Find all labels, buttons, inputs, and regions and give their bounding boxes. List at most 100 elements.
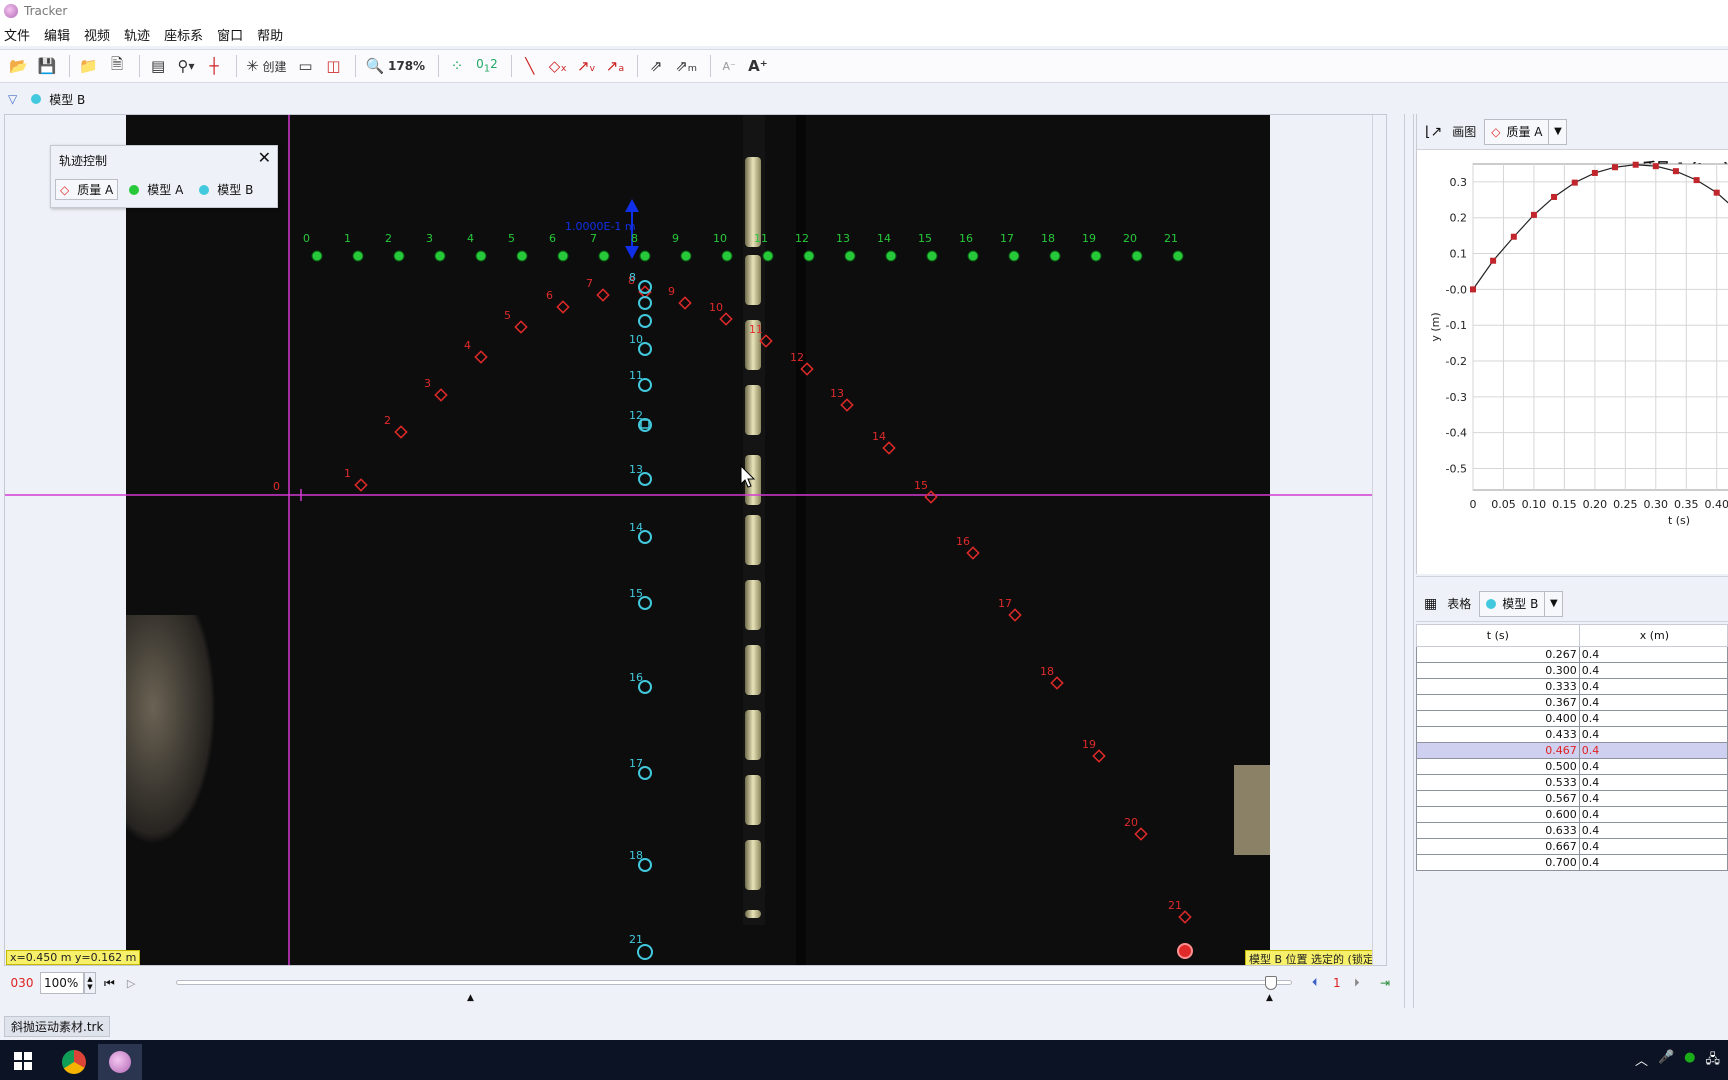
- model-a-point[interactable]: [967, 250, 979, 262]
- model-a-point[interactable]: [762, 250, 774, 262]
- track-item-mass-a[interactable]: ◇ 质量 A: [55, 179, 119, 200]
- close-icon[interactable]: ✕: [258, 148, 271, 167]
- model-a-point[interactable]: [516, 250, 528, 262]
- ruler-icon[interactable]: ▭: [293, 54, 317, 78]
- start-marker-icon[interactable]: ▲: [467, 993, 474, 1003]
- windows-start-icon[interactable]: [14, 1052, 32, 1070]
- track-item-model-b[interactable]: 模型 B: [194, 179, 258, 200]
- table-row[interactable]: 0.267 0.4: [1416, 646, 1728, 663]
- mass-a-point[interactable]: [719, 312, 733, 326]
- vector-mass-icon[interactable]: ⇗ₘ: [672, 54, 700, 78]
- model-a-point[interactable]: [721, 250, 733, 262]
- save-icon[interactable]: 💾: [35, 54, 60, 78]
- track-item-model-a[interactable]: 模型 A: [124, 179, 188, 200]
- mass-a-point[interactable]: [354, 478, 368, 492]
- rate-spinner[interactable]: ▲ ▼: [84, 972, 96, 994]
- model-a-point[interactable]: [885, 250, 897, 262]
- model-a-point[interactable]: [557, 250, 569, 262]
- table-row[interactable]: 0.367 0.4: [1416, 694, 1728, 711]
- model-a-point[interactable]: [1049, 250, 1061, 262]
- menu-edit[interactable]: 编辑: [44, 25, 70, 44]
- cell-x[interactable]: 0.4: [1578, 854, 1728, 871]
- cell-t[interactable]: 0.667: [1416, 838, 1580, 855]
- zoom-button[interactable]: 🔍 178%: [362, 54, 428, 78]
- slider-knob[interactable]: [1265, 976, 1277, 990]
- table-row[interactable]: 0.500 0.4: [1416, 758, 1728, 775]
- data-point[interactable]: [1571, 179, 1578, 186]
- mass-a-point[interactable]: [596, 288, 610, 302]
- menu-file[interactable]: 文件: [4, 25, 30, 44]
- tracking-overlay[interactable]: 01.0000E-1 m0 1 2 3 4 5 6 7 8 9 10 11 12 13 14 15 16 17 18…: [5, 115, 1387, 966]
- data-point[interactable]: [1632, 161, 1639, 168]
- mass-a-point[interactable]: [882, 441, 896, 455]
- model-a-point[interactable]: [926, 250, 938, 262]
- cell-x[interactable]: 0.4: [1578, 742, 1728, 759]
- plot-area[interactable]: [1472, 163, 1728, 491]
- mass-a-point[interactable]: [840, 398, 854, 412]
- acceleration-icon[interactable]: ↗ₐ: [603, 54, 627, 78]
- step-size[interactable]: 1: [1333, 976, 1341, 990]
- network-icon[interactable]: 🖧: [1706, 1050, 1721, 1072]
- mass-a-point[interactable]: [556, 300, 570, 314]
- model-b-point[interactable]: [637, 944, 653, 960]
- mass-a-point[interactable]: [474, 350, 488, 364]
- table-row[interactable]: 0.667 0.4: [1416, 838, 1728, 855]
- cell-t[interactable]: 0.400: [1416, 710, 1580, 727]
- mass-a-point[interactable]: [800, 362, 814, 376]
- mass-a-point[interactable]: [759, 334, 773, 348]
- table-row[interactable]: 0.600 0.4: [1416, 806, 1728, 823]
- model-a-point[interactable]: [844, 250, 856, 262]
- table-row[interactable]: 0.433 0.4: [1416, 726, 1728, 743]
- model-a-point[interactable]: [803, 250, 815, 262]
- model-a-point[interactable]: [311, 250, 323, 262]
- step-back-icon[interactable]: ⏴: [1312, 976, 1318, 990]
- frame-slider[interactable]: ▲ ▲: [176, 976, 1292, 1003]
- table-row[interactable]: 0.300 0.4: [1416, 662, 1728, 679]
- path-icon[interactable]: ╲: [518, 54, 542, 78]
- microphone-icon[interactable]: 🎤: [1658, 1050, 1674, 1072]
- data-point[interactable]: [1693, 177, 1700, 184]
- data-point[interactable]: [1551, 193, 1558, 200]
- menu-help[interactable]: 帮助: [257, 25, 283, 44]
- mass-a-current-point[interactable]: [1177, 943, 1193, 959]
- table-row[interactable]: 0.533 0.4: [1416, 774, 1728, 791]
- end-marker-icon[interactable]: ▲: [1266, 993, 1273, 1003]
- clip-settings-icon[interactable]: ▤: [146, 54, 170, 78]
- cell-x[interactable]: 0.4: [1578, 838, 1728, 855]
- cell-t[interactable]: 0.500: [1416, 758, 1580, 775]
- cell-t[interactable]: 0.633: [1416, 822, 1580, 839]
- cell-t[interactable]: 0.467: [1416, 742, 1580, 759]
- font-smaller-icon[interactable]: A⁻: [717, 54, 741, 78]
- chrome-icon[interactable]: [52, 1044, 96, 1080]
- table-row[interactable]: 0.467 0.4: [1416, 742, 1728, 759]
- cell-t[interactable]: 0.600: [1416, 806, 1580, 823]
- chevron-down-icon[interactable]: ▼: [1545, 590, 1564, 617]
- data-point[interactable]: [1713, 189, 1720, 196]
- cell-t[interactable]: 0.333: [1416, 678, 1580, 695]
- column-header-t[interactable]: t (s): [1416, 624, 1580, 647]
- labels-icon[interactable]: 012: [473, 54, 501, 78]
- font-larger-icon[interactable]: A⁺: [745, 54, 771, 78]
- model-a-point[interactable]: [393, 250, 405, 262]
- cell-t[interactable]: 0.700: [1416, 854, 1580, 871]
- loop-icon[interactable]: ⇥: [1380, 976, 1390, 990]
- trails-icon[interactable]: ⁘: [445, 54, 469, 78]
- model-a-point[interactable]: [680, 250, 692, 262]
- go-to-start-icon[interactable]: ⏮: [104, 976, 115, 991]
- cell-x[interactable]: 0.4: [1578, 678, 1728, 695]
- cell-x[interactable]: 0.4: [1578, 662, 1728, 679]
- model-a-point[interactable]: [1090, 250, 1102, 262]
- menu-track[interactable]: 轨迹: [124, 25, 150, 44]
- selected-track-name[interactable]: 模型 B: [49, 91, 85, 108]
- mass-a-point[interactable]: [514, 320, 528, 334]
- data-point[interactable]: [1591, 169, 1598, 176]
- tracker-taskbar-icon[interactable]: [98, 1044, 142, 1080]
- open-video-icon[interactable]: 📁: [76, 54, 101, 78]
- mass-a-point[interactable]: [1134, 827, 1148, 841]
- menu-window[interactable]: 窗口: [217, 25, 243, 44]
- column-header-x[interactable]: x (m): [1578, 624, 1728, 647]
- table-row[interactable]: 0.567 0.4: [1416, 790, 1728, 807]
- model-a-point[interactable]: [1008, 250, 1020, 262]
- chevron-up-icon[interactable]: ︿: [1635, 1050, 1648, 1072]
- cell-t[interactable]: 0.367: [1416, 694, 1580, 711]
